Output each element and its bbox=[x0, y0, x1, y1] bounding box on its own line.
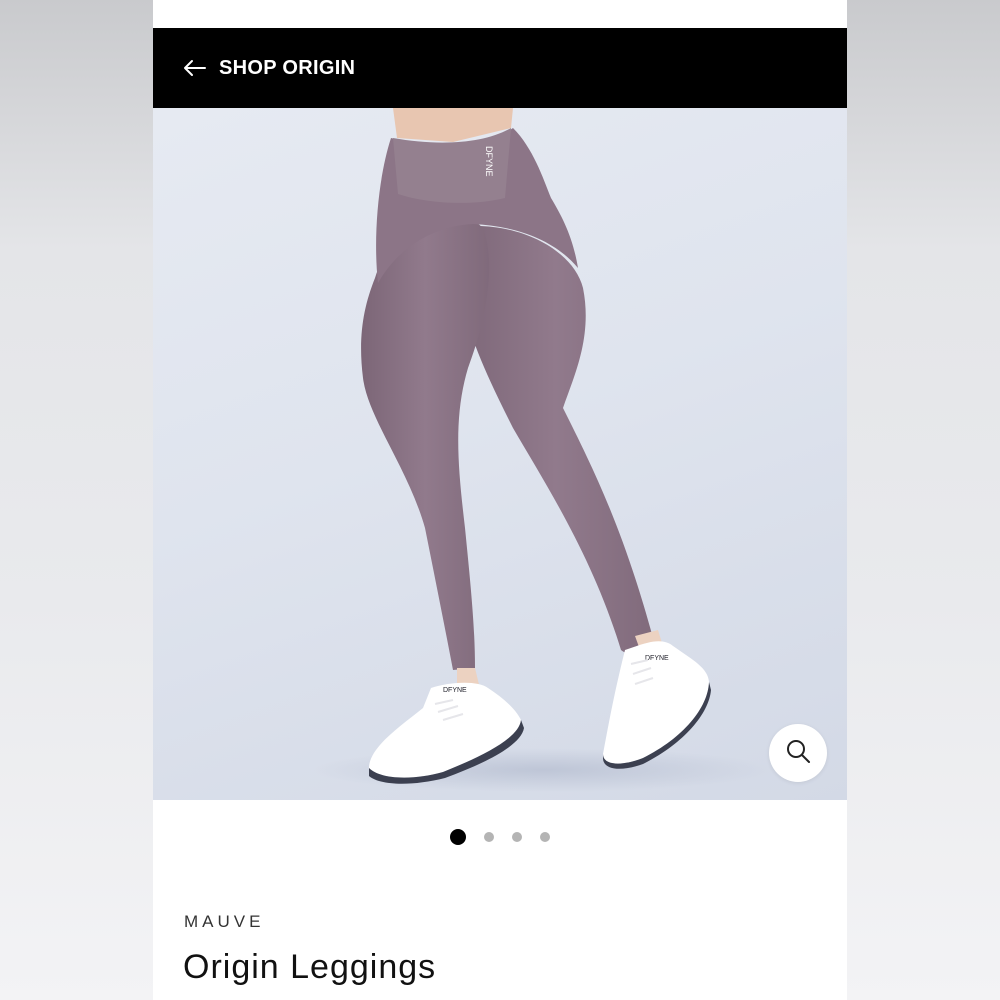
gallery-pagination bbox=[153, 828, 847, 846]
sneaker-logo-left: DFYNE bbox=[443, 687, 467, 694]
gallery-dot-3[interactable] bbox=[512, 832, 522, 842]
product-title: Origin Leggings bbox=[183, 948, 437, 986]
gallery-dot-1[interactable] bbox=[450, 829, 466, 845]
zoom-button[interactable] bbox=[769, 724, 827, 782]
gallery-dot-2[interactable] bbox=[484, 832, 494, 842]
gallery-dot-4[interactable] bbox=[540, 832, 550, 842]
back-to-shop-link[interactable]: SHOP ORIGIN bbox=[183, 57, 355, 80]
product-image[interactable]: DFYNE DFYNE DFYNE bbox=[153, 108, 847, 800]
right-background-blur bbox=[847, 0, 1000, 1000]
top-bar: SHOP ORIGIN bbox=[153, 28, 847, 108]
product-page: SHOP ORIGIN DFYNE DFYNE DFYNE MAUVE Orig… bbox=[153, 0, 847, 1000]
left-background-blur bbox=[0, 0, 153, 1000]
sneaker-logo-right: DFYNE bbox=[645, 655, 669, 662]
magnifier-icon bbox=[784, 737, 812, 770]
back-link-label: SHOP ORIGIN bbox=[219, 56, 356, 79]
arrow-left-icon bbox=[183, 59, 207, 77]
waistband-logo: DFYNE bbox=[484, 146, 494, 177]
product-color-label: MAUVE bbox=[184, 912, 265, 931]
leggings-photo: DFYNE DFYNE DFYNE bbox=[313, 108, 773, 792]
